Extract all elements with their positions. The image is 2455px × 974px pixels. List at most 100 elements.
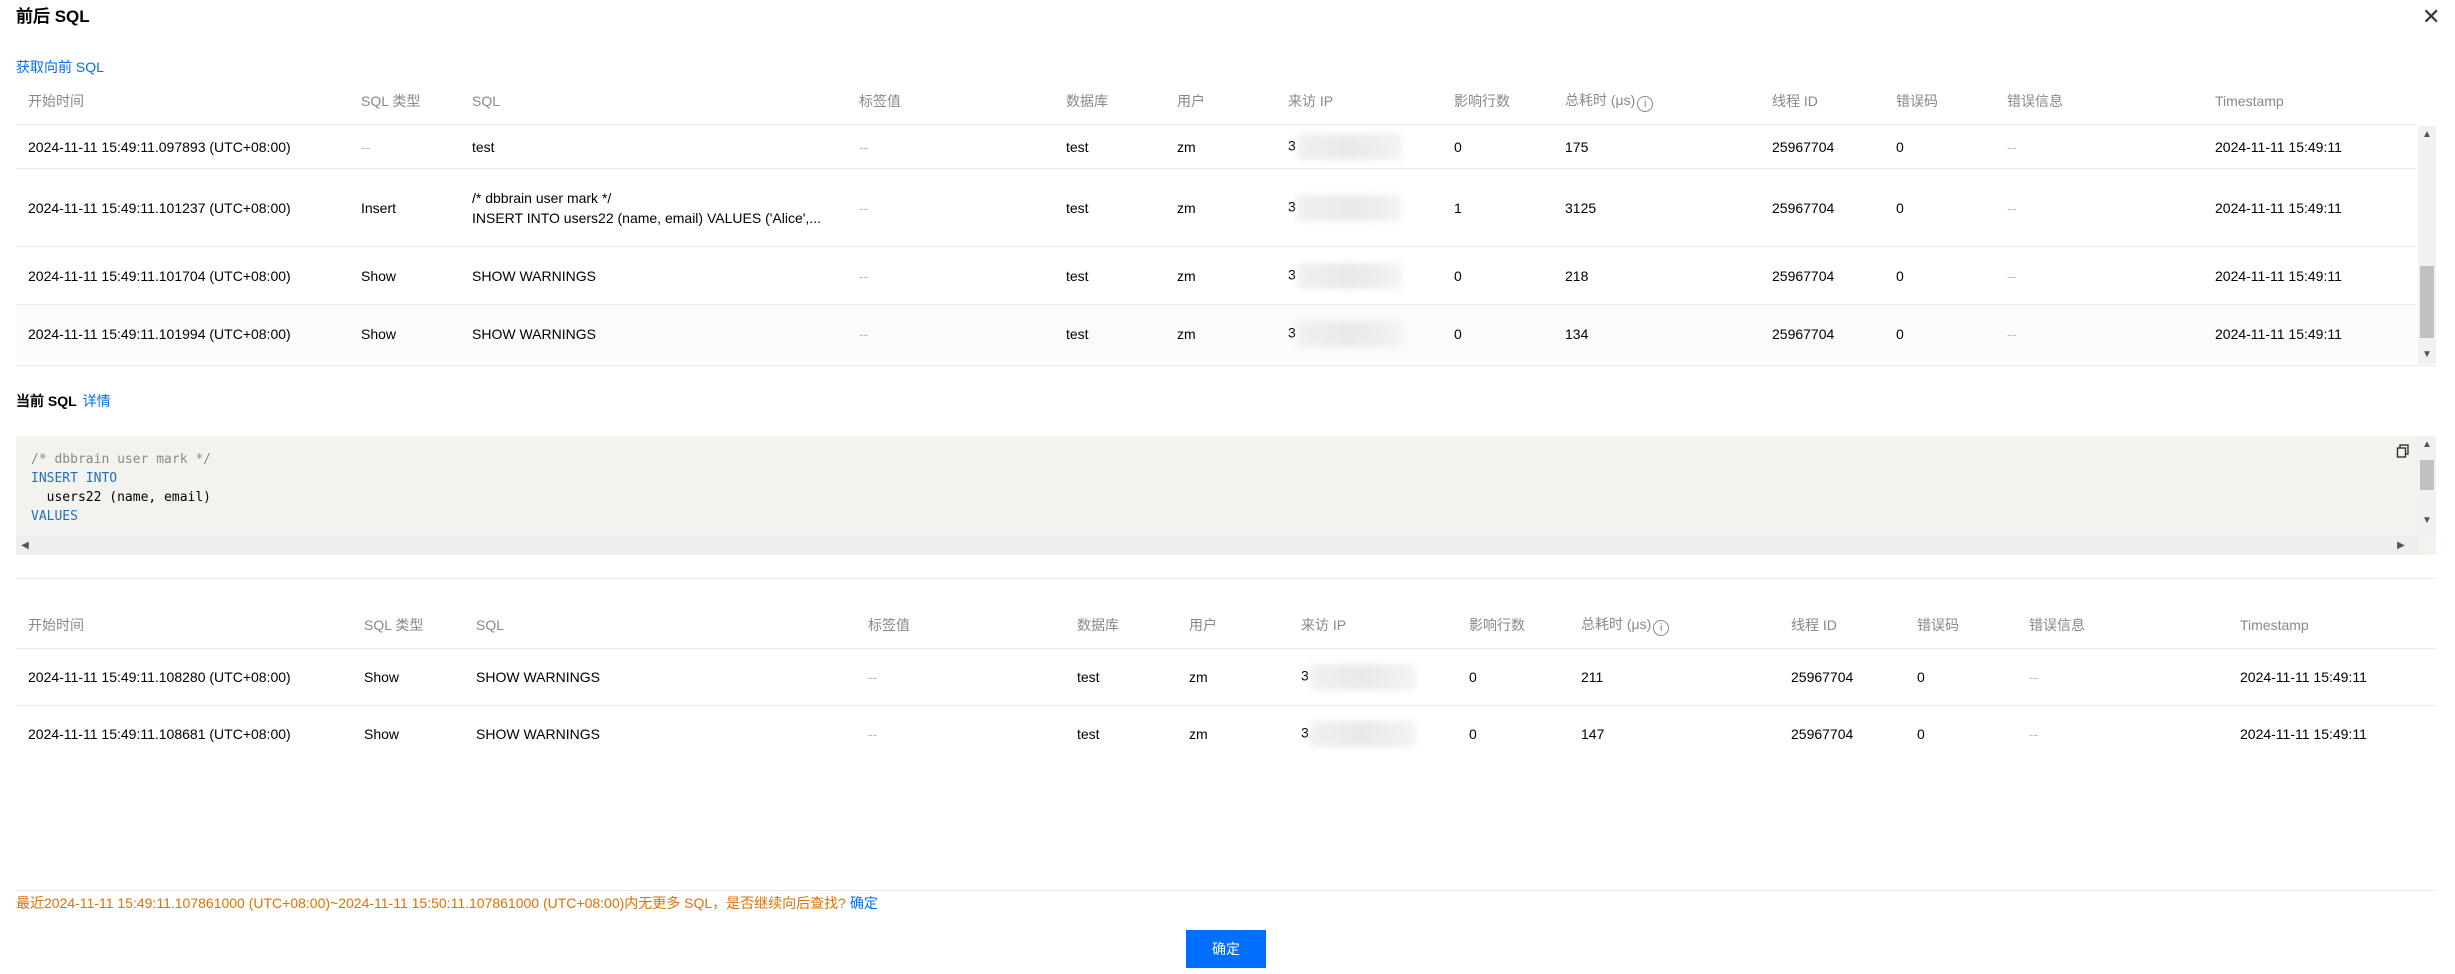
cell-tag: --: [847, 246, 1054, 305]
scroll-down-arrow-icon[interactable]: ▼: [2418, 348, 2436, 362]
top-table-bottom-border: [16, 365, 2436, 366]
cell-error-message: --: [1995, 124, 2203, 169]
cell-sql: /* dbbrain user mark */ INSERT INTO user…: [460, 168, 847, 247]
scroll-right-arrow-icon[interactable]: ▶: [2392, 539, 2410, 553]
scroll-down-arrow-icon[interactable]: ▼: [2418, 514, 2436, 528]
cell-database: test: [1065, 705, 1177, 763]
code-line: users22 (name, email): [31, 490, 212, 505]
col-total-cost-label: 总耗时 (μs): [1581, 616, 1652, 632]
ip-prefix: 3: [1301, 724, 1309, 741]
dialog-title: 前后 SQL: [16, 7, 90, 26]
cell-error-code: 0: [1884, 168, 1995, 247]
cell-thread-id: 25967704: [1779, 648, 1905, 706]
cell-database: test: [1054, 304, 1165, 363]
cell-tag: --: [856, 705, 1065, 763]
confirm-button[interactable]: 确定: [1186, 930, 1266, 968]
cell-error-code: 0: [1884, 246, 1995, 305]
cell-timestamp: 2024-11-11 15:49:11: [2203, 246, 2416, 305]
info-icon[interactable]: i: [1637, 96, 1654, 112]
cell-sql-type: --: [349, 124, 460, 169]
col-affected-rows: 影响行数: [1454, 93, 1510, 109]
col-total-cost: 总耗时 (μs) i: [1569, 602, 1779, 649]
cell-user: zm: [1165, 124, 1276, 169]
col-sql-type: SQL 类型: [364, 617, 424, 633]
cell-tag: --: [847, 304, 1054, 363]
close-icon[interactable]: ✕: [2422, 3, 2440, 31]
cell-start-time: 2024-11-11 15:49:11.108280 (UTC+08:00): [16, 648, 352, 706]
cell-database: test: [1054, 168, 1165, 247]
cell-total-cost: 211: [1569, 648, 1779, 706]
cell-affected-rows: 0: [1457, 648, 1569, 706]
cell-error-message: --: [1995, 246, 2203, 305]
cell-sql-type: Show: [352, 648, 464, 706]
table-header-row: 开始时间 SQL 类型 SQL 标签值 数据库 用户 来访 IP 影响行数 总耗…: [16, 78, 2416, 125]
cell-total-cost: 3125: [1553, 168, 1760, 247]
col-user: 用户: [1177, 93, 1205, 109]
table-row[interactable]: 2024-11-11 15:49:11.108280 (UTC+08:00) S…: [16, 648, 2436, 706]
col-database: 数据库: [1066, 93, 1108, 109]
code-vertical-scrollbar[interactable]: ▲ ▼: [2418, 436, 2436, 536]
scroll-thumb[interactable]: [2420, 266, 2434, 338]
col-error-message: 错误信息: [2029, 617, 2085, 633]
table-header-row: 开始时间 SQL 类型 SQL 标签值 数据库 用户 来访 IP 影响行数 总耗…: [16, 602, 2436, 649]
col-sql-type: SQL 类型: [361, 93, 421, 109]
section-divider: [16, 578, 2436, 579]
top-table-scrollbar[interactable]: ▲ ▼: [2418, 126, 2436, 364]
cell-start-time: 2024-11-11 15:49:11.108681 (UTC+08:00): [16, 705, 352, 763]
col-tag: 标签值: [868, 617, 910, 633]
cell-client-ip: 3: [1276, 304, 1442, 363]
ip-prefix: 3: [1288, 266, 1296, 283]
table-row[interactable]: 2024-11-11 15:49:11.101994 (UTC+08:00) S…: [16, 304, 2416, 363]
col-total-cost: 总耗时 (μs) i: [1553, 78, 1760, 125]
cell-thread-id: 25967704: [1760, 168, 1884, 247]
table-row[interactable]: 2024-11-11 15:49:11.097893 (UTC+08:00) -…: [16, 124, 2416, 169]
ip-prefix: 3: [1288, 324, 1296, 341]
cell-affected-rows: 0: [1442, 304, 1553, 363]
info-icon[interactable]: i: [1653, 620, 1670, 636]
cell-thread-id: 25967704: [1779, 705, 1905, 763]
notice-confirm-link[interactable]: 确定: [850, 895, 878, 911]
cell-client-ip: 3: [1276, 168, 1442, 247]
cell-thread-id: 25967704: [1760, 304, 1884, 363]
cell-client-ip: 3: [1276, 124, 1442, 169]
table-row[interactable]: 2024-11-11 15:49:11.108681 (UTC+08:00) S…: [16, 705, 2436, 763]
cell-database: test: [1065, 648, 1177, 706]
cell-sql: SHOW WARNINGS: [460, 246, 847, 305]
col-error-code: 错误码: [1896, 93, 1938, 109]
ip-prefix: 3: [1288, 137, 1296, 154]
code-line: /* dbbrain user mark */: [31, 452, 212, 467]
cell-total-cost: 147: [1569, 705, 1779, 763]
sql-line: INSERT INTO users22 (name, email) VALUES…: [472, 209, 821, 226]
sql-line: /* dbbrain user mark */: [472, 189, 612, 206]
cell-thread-id: 25967704: [1760, 246, 1884, 305]
sql-code-box[interactable]: /* dbbrain user mark */ INSERT INTO users…: [16, 436, 2436, 555]
cell-sql: test: [460, 124, 847, 169]
cell-error-message: --: [1995, 304, 2203, 363]
cell-start-time: 2024-11-11 15:49:11.101237 (UTC+08:00): [16, 168, 349, 247]
detail-link[interactable]: 详情: [83, 393, 111, 409]
cell-error-code: 0: [1884, 124, 1995, 169]
cell-sql-type: Insert: [349, 168, 460, 247]
scroll-up-arrow-icon[interactable]: ▲: [2418, 128, 2436, 142]
table-row[interactable]: 2024-11-11 15:49:11.101704 (UTC+08:00) S…: [16, 246, 2416, 305]
cell-tag: --: [847, 124, 1054, 169]
cell-database: test: [1054, 246, 1165, 305]
code-horizontal-scrollbar[interactable]: ◀ ▶: [16, 536, 2418, 555]
scroll-left-arrow-icon[interactable]: ◀: [16, 539, 34, 553]
table-row[interactable]: 2024-11-11 15:49:11.101237 (UTC+08:00) I…: [16, 168, 2416, 247]
fetch-previous-sql-link[interactable]: 获取向前 SQL: [16, 57, 104, 77]
cell-user: zm: [1165, 246, 1276, 305]
col-start-time: 开始时间: [28, 617, 84, 633]
col-start-time: 开始时间: [28, 93, 84, 109]
cell-client-ip: 3: [1289, 705, 1457, 763]
code-line: VALUES: [31, 509, 78, 524]
copy-icon[interactable]: [2396, 444, 2410, 458]
col-timestamp: Timestamp: [2240, 617, 2309, 633]
scroll-up-arrow-icon[interactable]: ▲: [2418, 438, 2436, 452]
cell-total-cost: 134: [1553, 304, 1760, 363]
cell-tag: --: [847, 168, 1054, 247]
current-sql-title: 当前 SQL: [16, 393, 77, 409]
col-total-cost-label: 总耗时 (μs): [1565, 92, 1636, 108]
scroll-thumb[interactable]: [2420, 460, 2434, 490]
cell-affected-rows: 0: [1457, 705, 1569, 763]
